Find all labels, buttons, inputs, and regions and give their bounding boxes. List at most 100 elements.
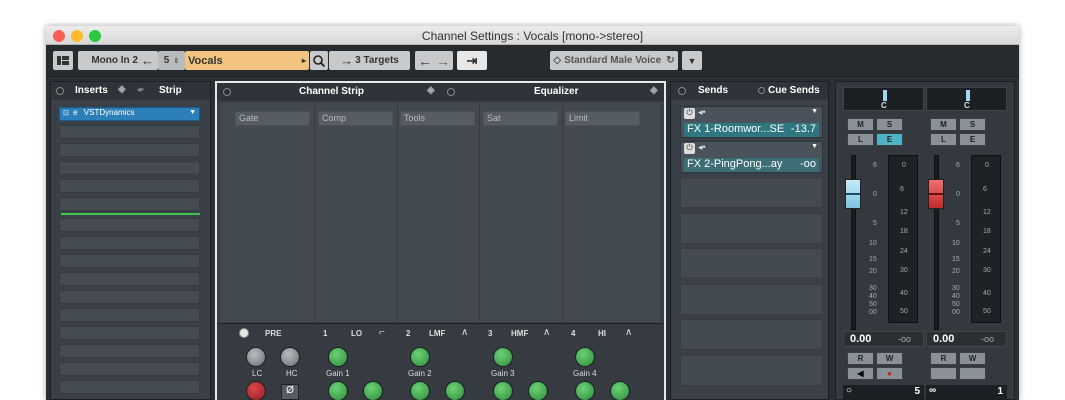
- pan-left[interactable]: C: [843, 87, 924, 111]
- volume-fader-2[interactable]: [928, 179, 944, 209]
- phase-invert-icon[interactable]: Ø: [281, 384, 299, 400]
- strip-bypass-icon[interactable]: ◈: [427, 85, 435, 96]
- insert-slot-4[interactable]: [59, 161, 200, 175]
- gain-2-knob[interactable]: [410, 347, 430, 367]
- peak-icon[interactable]: ∧: [625, 327, 632, 338]
- follow-selection-icon[interactable]: ⇥: [457, 51, 487, 70]
- volume-readout-2[interactable]: 0.00 -oo: [926, 331, 1007, 347]
- module-comp[interactable]: Comp: [318, 111, 393, 126]
- volume-fader-1[interactable]: [845, 179, 861, 209]
- send-slot-5[interactable]: [680, 248, 823, 279]
- tab-channel-strip[interactable]: Channel Strip: [299, 86, 364, 97]
- slot-edit-icon[interactable]: e: [73, 108, 77, 117]
- inserts-power-icon[interactable]: [56, 87, 64, 95]
- edit-button-2[interactable]: E: [959, 133, 986, 146]
- module-tools[interactable]: Tools: [400, 111, 475, 126]
- read-button-2[interactable]: R: [930, 352, 957, 365]
- monitor-button-2[interactable]: [930, 367, 957, 380]
- volume-readout-1[interactable]: 0.00 -oo: [843, 331, 924, 347]
- listen-button-2[interactable]: L: [930, 133, 957, 146]
- send-dropdown-icon[interactable]: ▼: [811, 108, 818, 115]
- tab-strip[interactable]: Strip: [159, 85, 182, 96]
- send-dropdown-icon[interactable]: ▼: [811, 143, 818, 150]
- tab-sends[interactable]: Sends: [698, 85, 728, 96]
- insert-slot-5[interactable]: [59, 179, 200, 193]
- sends-power-icon[interactable]: [678, 87, 686, 95]
- channel-number-field[interactable]: 5 ⇕: [158, 51, 185, 70]
- equalizer-power-icon[interactable]: [447, 88, 455, 96]
- module-sat[interactable]: Sat: [483, 111, 558, 126]
- listen-button[interactable]: L: [847, 133, 874, 146]
- mute-button[interactable]: M: [847, 118, 874, 131]
- post-fader-divider[interactable]: [61, 213, 200, 215]
- write-button-2[interactable]: W: [959, 352, 986, 365]
- send-level-bar[interactable]: FX 2-PingPong...ay -oo: [684, 158, 819, 172]
- input-routing-button[interactable]: Mono In 2 ←: [78, 51, 158, 70]
- send-power-icon[interactable]: ⏻: [684, 143, 695, 154]
- low-shelf-icon[interactable]: ⌐: [379, 327, 385, 338]
- insert-slot-9[interactable]: [59, 254, 200, 268]
- speaker-icon[interactable]: ◂•: [698, 142, 706, 153]
- solo-button-2[interactable]: S: [959, 118, 986, 131]
- send-slot-2[interactable]: ⏻ ◂• ▼ FX 2-PingPong...ay -oo: [680, 141, 823, 173]
- preset-field[interactable]: ◇ Standard Male Voice ↻: [550, 51, 678, 70]
- gain-1-knob[interactable]: [328, 347, 348, 367]
- send-slot-1[interactable]: ⏻ ◂• ▼ FX 1-Roomwor...SE -13.7: [680, 106, 823, 138]
- insert-slot-11[interactable]: [59, 290, 200, 304]
- search-icon[interactable]: [310, 51, 328, 70]
- freq-3-knob[interactable]: [493, 381, 513, 400]
- eq-bypass-icon[interactable]: ◈: [650, 85, 658, 96]
- record-button-2[interactable]: [959, 367, 986, 380]
- q-4-knob[interactable]: [610, 381, 630, 400]
- slot-dropdown-icon[interactable]: ▼: [189, 109, 196, 116]
- write-button[interactable]: W: [876, 352, 903, 365]
- speaker-icon[interactable]: ◂•: [698, 107, 706, 118]
- insert-slot-1[interactable]: ⊡ e VSTDynamics ▼: [59, 107, 200, 121]
- insert-slot-7[interactable]: [59, 218, 200, 232]
- layout-icon[interactable]: [53, 51, 73, 70]
- record-icon[interactable]: ●: [876, 367, 903, 380]
- insert-slot-10[interactable]: [59, 272, 200, 286]
- insert-slot-12[interactable]: [59, 308, 200, 322]
- read-button[interactable]: R: [847, 352, 874, 365]
- slot-power-icon[interactable]: ⊡: [63, 110, 69, 117]
- freq-1-knob[interactable]: [328, 381, 348, 400]
- back-arrow-icon[interactable]: ←: [418, 53, 432, 69]
- insert-slot-8[interactable]: [59, 236, 200, 250]
- insert-slot-3[interactable]: [59, 143, 200, 157]
- insert-slot-13[interactable]: [59, 326, 200, 340]
- monitor-icon[interactable]: ◀: [847, 367, 874, 380]
- cue-power-icon[interactable]: [758, 87, 765, 94]
- freq-4-knob[interactable]: [575, 381, 595, 400]
- insert-slot-15[interactable]: [59, 362, 200, 376]
- q-3-knob[interactable]: [528, 381, 548, 400]
- peak-icon[interactable]: ∧: [461, 327, 468, 338]
- insert-slot-14[interactable]: [59, 344, 200, 358]
- gain-4-knob[interactable]: [575, 347, 595, 367]
- module-gate[interactable]: Gate: [235, 111, 310, 126]
- insert-slot-16[interactable]: [59, 380, 200, 394]
- pre-power-icon[interactable]: [239, 328, 249, 338]
- channel-strip-power-icon[interactable]: [223, 88, 231, 96]
- preset-dropdown-icon[interactable]: ▼: [682, 51, 702, 70]
- strip-speaker-icon[interactable]: ◂•: [137, 85, 144, 94]
- insert-slot-6[interactable]: [59, 197, 200, 211]
- send-power-icon[interactable]: ⏻: [684, 108, 695, 119]
- input-gain-knob[interactable]: [246, 381, 266, 400]
- send-level-bar[interactable]: FX 1-Roomwor...SE -13.7: [684, 123, 819, 137]
- hc-knob[interactable]: [280, 347, 300, 367]
- tab-inserts[interactable]: Inserts: [75, 85, 108, 96]
- send-slot-3[interactable]: [680, 177, 823, 208]
- forward-arrow-icon[interactable]: →: [436, 53, 450, 69]
- tab-cue-sends[interactable]: Cue Sends: [768, 85, 820, 96]
- lc-knob[interactable]: [246, 347, 266, 367]
- mute-button-2[interactable]: M: [930, 118, 957, 131]
- targets-button[interactable]: → 3 Targets: [329, 51, 410, 70]
- send-slot-4[interactable]: [680, 213, 823, 244]
- send-slot-8[interactable]: [680, 355, 823, 386]
- edit-button[interactable]: E: [876, 133, 903, 146]
- inserts-bypass-icon[interactable]: ◈: [118, 84, 126, 95]
- send-slot-7[interactable]: [680, 319, 823, 350]
- peak-icon[interactable]: ∧: [543, 327, 550, 338]
- q-2-knob[interactable]: [445, 381, 465, 400]
